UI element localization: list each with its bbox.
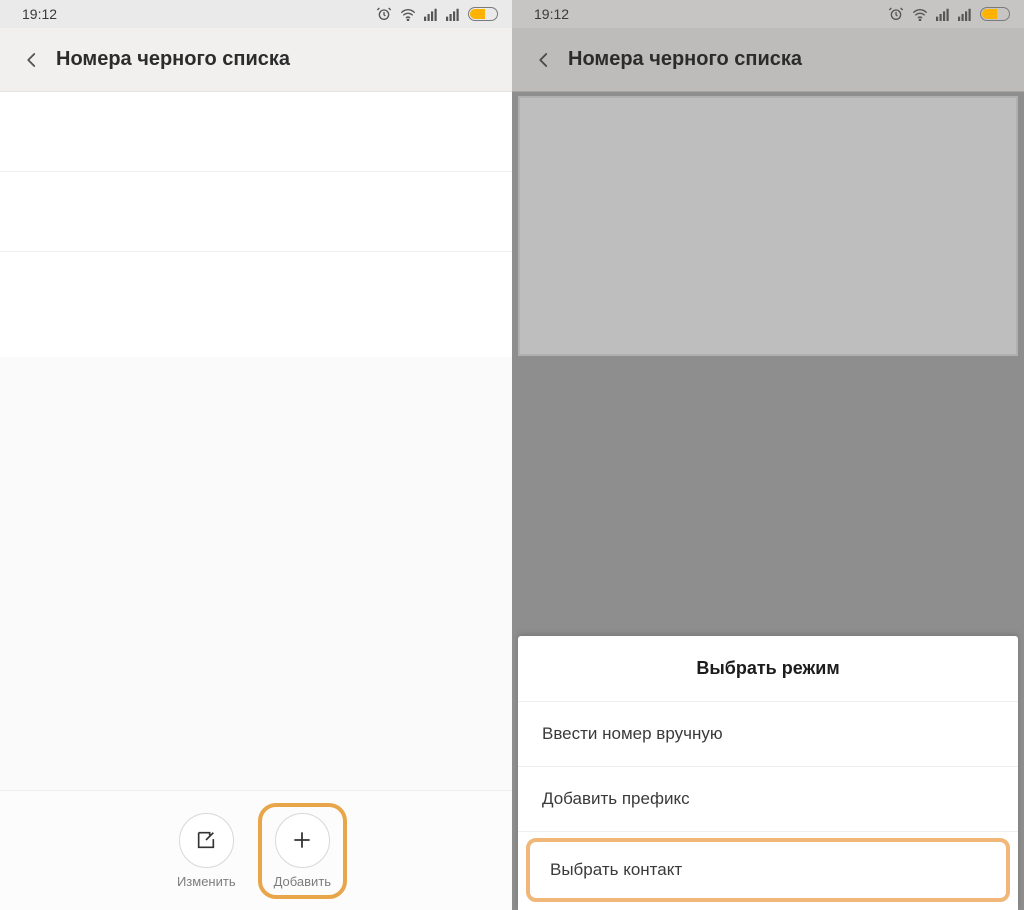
page-title: Номера черного списка (568, 48, 802, 71)
edit-button[interactable]: Изменить (165, 807, 248, 895)
bottom-sheet: Выбрать режим Ввести номер вручную Добав… (518, 636, 1018, 910)
sheet-item-prefix[interactable]: Добавить префикс (518, 767, 1018, 832)
sheet-item-contact[interactable]: Выбрать контакт (526, 838, 1010, 902)
bottom-toolbar: Изменить Добавить (0, 790, 512, 910)
phone-right: 19:12 Номера черного (512, 0, 1024, 910)
header: Номера черного списка (512, 28, 1024, 92)
status-time: 19:12 (22, 6, 57, 22)
list-item[interactable] (0, 252, 512, 332)
back-button[interactable] (528, 44, 560, 76)
empty-area (0, 357, 512, 790)
status-bar: 19:12 (512, 0, 1024, 28)
status-icons (376, 6, 498, 22)
alarm-icon (376, 6, 392, 22)
status-bar: 19:12 (0, 0, 512, 28)
add-button[interactable]: Добавить (258, 803, 347, 899)
signal-icon (936, 7, 950, 21)
wifi-icon (912, 7, 928, 21)
status-icons (888, 6, 1010, 22)
alarm-icon (888, 6, 904, 22)
status-time: 19:12 (534, 6, 569, 22)
list-item[interactable] (0, 172, 512, 252)
page-title: Номера черного списка (56, 48, 290, 71)
signal-icon (446, 7, 460, 21)
blocklist-content (0, 92, 512, 357)
back-button[interactable] (16, 44, 48, 76)
add-label: Добавить (274, 874, 331, 889)
wifi-icon (400, 7, 416, 21)
battery-icon (980, 7, 1010, 21)
header: Номера черного списка (0, 28, 512, 92)
dimmed-content (518, 96, 1018, 356)
plus-icon (275, 813, 330, 868)
edit-icon (179, 813, 234, 868)
list-item[interactable] (0, 92, 512, 172)
edit-label: Изменить (177, 874, 236, 889)
sheet-item-manual[interactable]: Ввести номер вручную (518, 702, 1018, 767)
phone-left: 19:12 Номера черного (0, 0, 512, 910)
battery-icon (468, 7, 498, 21)
sheet-title: Выбрать режим (518, 636, 1018, 702)
signal-icon (424, 7, 438, 21)
signal-icon (958, 7, 972, 21)
